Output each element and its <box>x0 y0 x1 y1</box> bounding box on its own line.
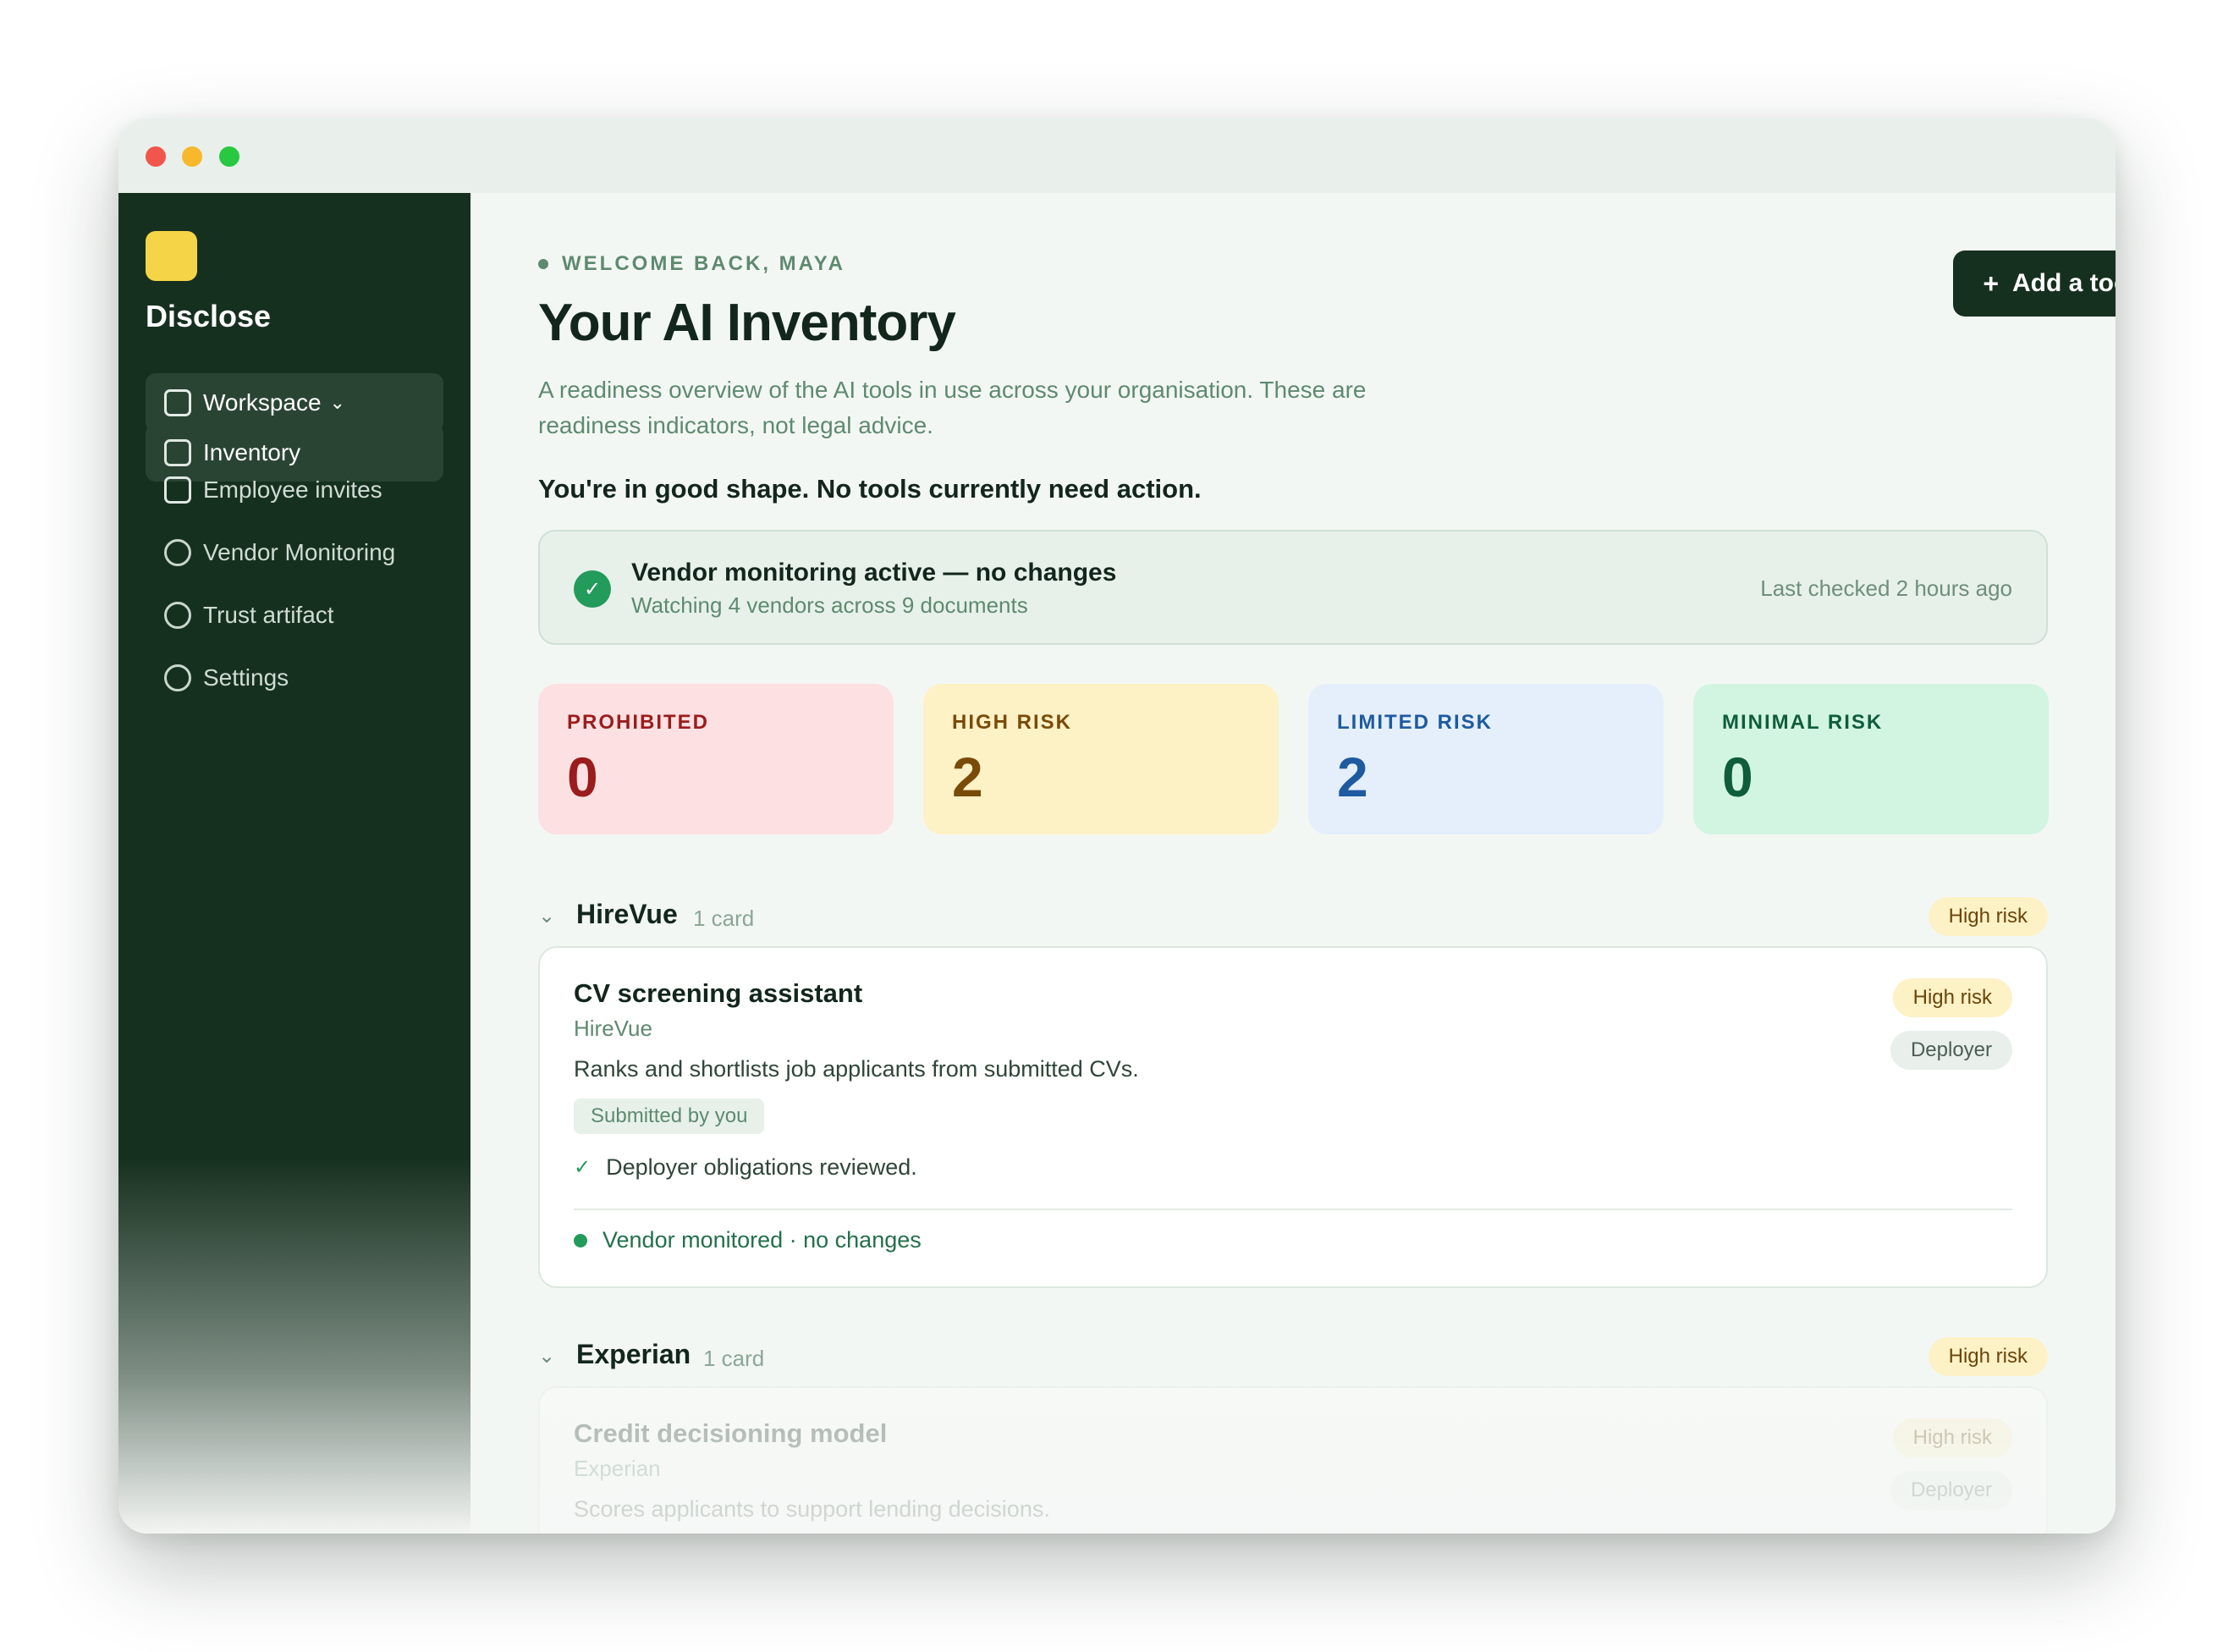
brand-name: Disclose <box>146 299 272 333</box>
tool-card-cv-screening[interactable]: CV screening assistant HireVue Ranks and… <box>538 946 2048 1288</box>
page-title: Your AI Inventory <box>538 294 956 352</box>
group-risk-badge: High risk <box>1928 897 2048 936</box>
stat-card-minimal-risk[interactable]: MINIMAL RISK 0 <box>1693 684 2049 834</box>
stat-value: 2 <box>952 746 983 808</box>
stat-card-high-risk[interactable]: HIGH RISK 2 <box>923 684 1279 834</box>
group-card-count: 1 card <box>693 906 755 931</box>
sidebar-item-employee-invites[interactable]: Employee invites <box>146 461 443 519</box>
group-header-hirevue[interactable]: ⌄ HireVue 1 card High risk <box>538 897 2048 939</box>
tool-card-credit-decisioning[interactable]: Credit decisioning model Experian Scores… <box>538 1386 2048 1534</box>
sidebar-item-settings[interactable]: Settings <box>146 649 443 707</box>
obligation-status: ✓ Deployer obligations reviewed. <box>574 1154 917 1181</box>
sidebar: Disclose Workspace ⌄ Inventory Employee … <box>118 193 470 1534</box>
sidebar-item-label: Trust artifact <box>203 602 334 628</box>
app-logo <box>146 231 197 281</box>
risk-badge: High risk <box>1892 978 2012 1017</box>
square-icon <box>164 476 191 504</box>
group-card-count: 1 card <box>703 1346 765 1371</box>
workspace-label: Workspace <box>203 389 322 416</box>
welcome-eyebrow: WELCOME BACK, MAYA <box>538 252 845 276</box>
page-subtitle: A readiness overview of the AI tools in … <box>538 377 1367 438</box>
close-window-button[interactable] <box>146 146 166 167</box>
tool-description: Ranks and shortlists job applicants from… <box>574 1056 1139 1082</box>
sidebar-item-trust-artifact[interactable]: Trust artifact <box>146 586 443 644</box>
vendor-banner-subtitle: Watching 4 vendors across 9 documents <box>631 592 1028 618</box>
tool-vendor: Experian <box>574 1456 661 1481</box>
stat-card-limited-risk[interactable]: LIMITED RISK 2 <box>1308 684 1664 834</box>
chevron-down-icon: ⌄ <box>329 392 345 413</box>
stat-label: PROHIBITED <box>567 711 710 734</box>
check-circle-icon: ✓ <box>574 570 611 608</box>
status-summary: You're in good shape. No tools currently… <box>538 474 1202 504</box>
stat-value: 0 <box>567 746 598 808</box>
role-badge: Deployer <box>1890 1031 2012 1070</box>
minimize-window-button[interactable] <box>182 146 202 167</box>
stat-value: 2 <box>1337 746 1368 808</box>
welcome-text: WELCOME BACK, MAYA <box>562 252 845 275</box>
status-dot-icon <box>538 259 548 269</box>
stat-value: 0 <box>1722 746 1753 808</box>
card-divider <box>574 1209 2012 1210</box>
role-badge: Deployer <box>1890 1471 2012 1510</box>
vendor-monitor-status: Vendor monitored · no changes <box>574 1227 922 1253</box>
tool-name: CV screening assistant <box>574 978 863 1008</box>
monitor-text: Vendor monitored · no changes <box>603 1227 922 1253</box>
submitted-tag: Submitted by you <box>574 1099 765 1134</box>
sidebar-item-label: Settings <box>203 664 289 691</box>
square-icon <box>164 389 191 416</box>
checkmark-icon: ✓ <box>574 1156 592 1179</box>
stat-label: HIGH RISK <box>952 711 1073 734</box>
maximize-window-button[interactable] <box>219 146 239 167</box>
window-titlebar <box>118 118 2116 193</box>
tool-vendor: HireVue <box>574 1016 652 1041</box>
stat-label: MINIMAL RISK <box>1722 711 1884 734</box>
circle-icon <box>164 664 191 691</box>
main-content: WELCOME BACK, MAYA Your AI Inventory A r… <box>470 193 2116 1534</box>
last-checked-text: Last checked 2 hours ago <box>1760 575 2012 601</box>
circle-icon <box>164 539 191 566</box>
add-tool-label: Add a tool <box>2012 269 2116 297</box>
tool-name: Credit decisioning model <box>574 1418 888 1448</box>
group-vendor-name: Experian <box>576 1339 691 1369</box>
sidebar-item-label: Vendor Monitoring <box>203 539 396 565</box>
status-dot-icon <box>574 1233 587 1247</box>
obligation-text: Deployer obligations reviewed. <box>606 1154 917 1180</box>
sidebar-item-label: Employee invites <box>203 476 382 503</box>
stat-label: LIMITED RISK <box>1337 711 1493 734</box>
chevron-down-icon[interactable]: ⌄ <box>538 1344 555 1368</box>
group-risk-badge: High risk <box>1928 1337 2048 1376</box>
vendor-monitoring-banner: ✓ Vendor monitoring active — no changes … <box>538 530 2048 645</box>
app-window: Disclose Workspace ⌄ Inventory Employee … <box>118 118 2116 1534</box>
stat-card-prohibited[interactable]: PROHIBITED 0 <box>538 684 894 834</box>
chevron-down-icon[interactable]: ⌄ <box>538 904 555 928</box>
group-header-experian[interactable]: ⌄ Experian 1 card High risk <box>538 1337 2048 1379</box>
circle-icon <box>164 602 191 629</box>
group-vendor-name: HireVue <box>576 899 678 929</box>
sidebar-item-vendor-monitoring[interactable]: Vendor Monitoring <box>146 524 443 581</box>
add-tool-button[interactable]: + Add a tool <box>1953 251 2116 317</box>
plus-icon: + <box>1983 267 2000 299</box>
tool-description: Scores applicants to support lending dec… <box>574 1496 1050 1522</box>
vendor-banner-title: Vendor monitoring active — no changes <box>631 559 1117 586</box>
risk-badge: High risk <box>1892 1418 2012 1457</box>
